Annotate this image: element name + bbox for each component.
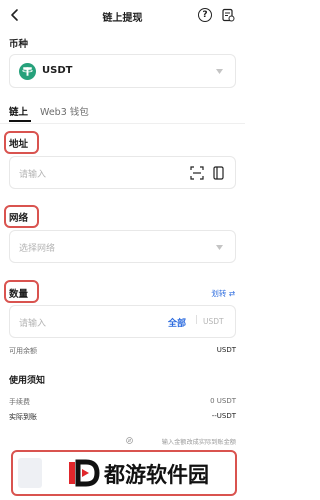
scan-icon[interactable]: [190, 166, 204, 180]
network-placeholder: 选择网络: [19, 244, 56, 254]
network-label: 网络: [9, 213, 29, 224]
amount-placeholder: 请输入: [19, 319, 47, 329]
tether-token-icon: [19, 63, 36, 80]
tab-onchain[interactable]: 链上: [9, 104, 28, 118]
balance-label: 可用余额: [9, 347, 37, 355]
active-tab-indicator: [9, 120, 31, 122]
all-amount-button[interactable]: 全部: [168, 316, 186, 329]
watermark-banner: 都游软件园: [0, 448, 245, 500]
chevron-down-icon: [216, 245, 223, 250]
fee-value: 0 USDT: [210, 397, 236, 405]
balance-value: USDT: [216, 346, 236, 354]
tab-divider: [0, 123, 245, 124]
network-select[interactable]: 选择网络: [9, 230, 236, 263]
currency-label: 币种: [9, 39, 29, 50]
watermark-logo-icon: [69, 459, 100, 487]
help-icon[interactable]: ?: [198, 8, 212, 22]
submit-area-fragment: [18, 458, 42, 488]
address-label: 地址: [9, 139, 29, 150]
records-icon[interactable]: [221, 8, 235, 22]
chevron-down-icon: [216, 69, 223, 74]
unit-separator: |: [195, 315, 199, 325]
transfer-link[interactable]: 划转 ⇄: [211, 288, 235, 299]
currency-select[interactable]: USDT: [9, 54, 236, 88]
address-book-icon[interactable]: [213, 166, 225, 180]
fee-label: 手续费: [9, 398, 30, 406]
amount-input[interactable]: 请输入 全部 | USDT: [9, 305, 236, 338]
tab-web3-wallet[interactable]: Web3 钱包: [40, 104, 89, 118]
notes-title: 使用须知: [9, 376, 46, 386]
received-value: --USDT: [211, 412, 236, 420]
watermark-text: 都游软件园: [104, 463, 209, 487]
currency-value: USDT: [42, 65, 73, 76]
amount-label: 数量: [9, 289, 29, 300]
hint-text: 输入金额改成实际到账金额: [161, 439, 236, 446]
address-placeholder: 请输入: [19, 170, 47, 180]
address-input[interactable]: 请输入: [9, 156, 236, 189]
swap-hint-icon[interactable]: [126, 437, 133, 444]
amount-unit: USDT: [203, 317, 224, 326]
received-label: 实际到账: [9, 413, 37, 421]
